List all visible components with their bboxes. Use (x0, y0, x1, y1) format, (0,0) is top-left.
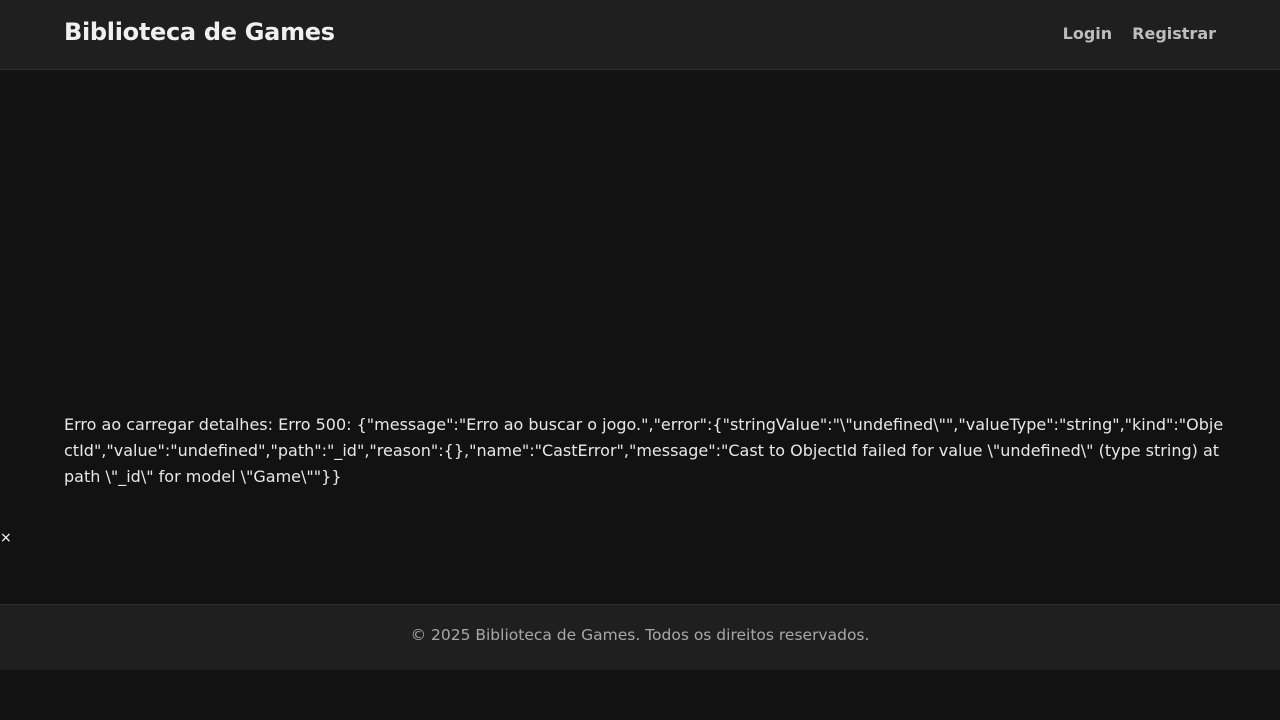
register-link[interactable]: Registrar (1132, 24, 1216, 43)
error-message: Erro ao carregar detalhes: Erro 500: {"m… (64, 415, 1224, 486)
footer-copyright: © 2025 Biblioteca de Games. Todos os dir… (410, 626, 870, 644)
header-nav: Login Registrar (1063, 24, 1216, 43)
close-icon[interactable]: × (0, 530, 12, 546)
site-header: Biblioteca de Games Login Registrar (0, 0, 1280, 70)
site-brand[interactable]: Biblioteca de Games (64, 18, 335, 46)
main-content: Erro ao carregar detalhes: Erro 500: {"m… (0, 71, 1280, 604)
site-footer: © 2025 Biblioteca de Games. Todos os dir… (0, 604, 1280, 670)
login-link[interactable]: Login (1063, 24, 1113, 43)
